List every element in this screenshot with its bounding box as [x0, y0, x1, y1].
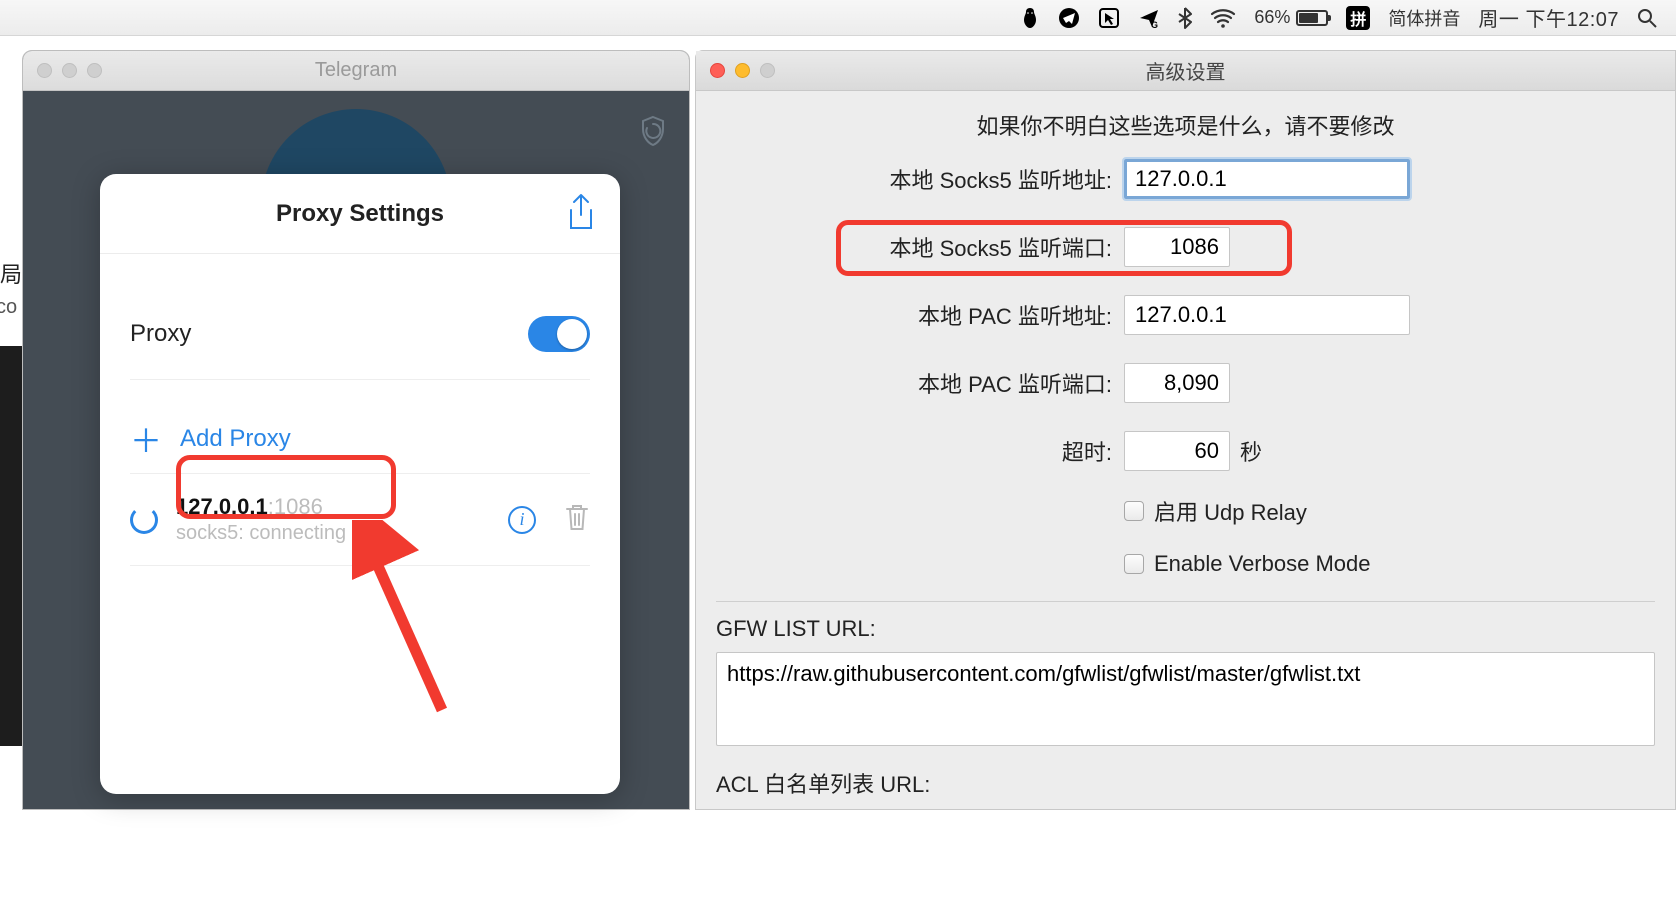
- toggle-knob: [557, 319, 587, 349]
- trash-icon: [564, 502, 590, 532]
- timeout-input[interactable]: [1124, 431, 1230, 471]
- macos-menubar: G 66% 拼 简体拼音 周一 下午12:07: [0, 0, 1676, 36]
- socks5-port-row: 本地 Socks5 监听端口:: [716, 227, 1655, 267]
- settings-body: 如果你不明白这些选项是什么，请不要修改 本地 Socks5 监听地址: 本地 S…: [696, 91, 1675, 827]
- proxy-status: socks5: connecting: [176, 522, 346, 545]
- proxy-entry-row[interactable]: 127.0.0.1:1086 socks5: connecting i: [130, 474, 590, 566]
- pac-port-row: 本地 PAC 监听端口:: [716, 363, 1655, 403]
- verbose-row: Enable Verbose Mode: [1124, 551, 1655, 577]
- shield-icon[interactable]: [639, 115, 667, 154]
- telegram-icon[interactable]: [1058, 7, 1080, 29]
- add-proxy-button[interactable]: ＋ Add Proxy: [130, 404, 590, 474]
- proxy-label: Proxy: [130, 320, 191, 348]
- socks5-addr-row: 本地 Socks5 监听地址:: [716, 159, 1655, 199]
- verbose-label: Enable Verbose Mode: [1154, 551, 1371, 577]
- proxy-entry-text: 127.0.0.1:1086 socks5: connecting: [176, 494, 346, 545]
- penguin-icon[interactable]: [1020, 7, 1040, 29]
- svg-text:G: G: [1151, 20, 1158, 29]
- settings-warning-text: 如果你不明白这些选项是什么，请不要修改: [716, 109, 1655, 141]
- battery-percentage: 66%: [1254, 7, 1290, 28]
- proxy-settings-popup: Proxy Settings Proxy ＋ Add Proxy 127.0.0…: [100, 174, 620, 794]
- verbose-checkbox[interactable]: [1124, 554, 1144, 574]
- menubar-clock[interactable]: 周一 下午12:07: [1478, 3, 1619, 32]
- cursor-box-icon[interactable]: [1098, 7, 1120, 29]
- proxy-popup-title: Proxy Settings: [276, 200, 444, 228]
- settings-form: 本地 Socks5 监听地址: 本地 Socks5 监听端口: 本地 PAC 监…: [716, 159, 1655, 577]
- bluetooth-icon[interactable]: [1178, 7, 1192, 29]
- timeout-row: 超时: 秒: [716, 431, 1655, 471]
- pac-port-label: 本地 PAC 监听端口:: [716, 367, 1124, 399]
- ime-label[interactable]: 简体拼音: [1388, 5, 1460, 31]
- settings-window-title: 高级设置: [696, 56, 1675, 85]
- timeout-suffix: 秒: [1240, 435, 1262, 467]
- battery-indicator[interactable]: 66%: [1254, 7, 1328, 28]
- acl-list-label: ACL 白名单列表 URL:: [716, 767, 1655, 799]
- info-icon[interactable]: i: [508, 506, 536, 534]
- ime-indicator[interactable]: 拼: [1346, 6, 1370, 30]
- delete-proxy-button[interactable]: [564, 502, 590, 537]
- socks5-addr-label: 本地 Socks5 监听地址:: [716, 163, 1124, 195]
- background-left-strip: 局 co: [0, 36, 22, 922]
- advanced-settings-window: 高级设置 如果你不明白这些选项是什么，请不要修改 本地 Socks5 监听地址:…: [695, 50, 1676, 810]
- add-proxy-label: Add Proxy: [180, 425, 291, 453]
- dark-strip: [0, 346, 22, 746]
- partial-text-2: co: [0, 296, 17, 319]
- spotlight-icon[interactable]: [1637, 8, 1657, 28]
- share-button[interactable]: [564, 192, 598, 232]
- proxy-entry-actions: i: [508, 502, 590, 537]
- settings-titlebar[interactable]: 高级设置: [696, 51, 1675, 91]
- ime-box-icon: 拼: [1346, 6, 1370, 30]
- socks5-addr-input[interactable]: [1124, 159, 1410, 199]
- connecting-spinner-icon: [130, 506, 158, 534]
- plus-icon: ＋: [130, 416, 162, 462]
- proxy-ip: 127.0.0.1: [176, 494, 268, 519]
- socks5-port-label: 本地 Socks5 监听端口:: [716, 231, 1124, 263]
- proxy-toggle-row: Proxy: [130, 288, 590, 380]
- socks5-port-input[interactable]: [1124, 227, 1230, 267]
- proxy-toggle-switch[interactable]: [528, 316, 590, 352]
- proxy-address: 127.0.0.1:1086: [176, 494, 346, 520]
- proxy-port: 1086: [274, 494, 323, 519]
- paper-plane-icon[interactable]: G: [1138, 7, 1160, 29]
- gfw-list-label: GFW LIST URL:: [716, 616, 1655, 642]
- udp-relay-label: 启用 Udp Relay: [1154, 495, 1307, 527]
- proxy-popup-header: Proxy Settings: [100, 174, 620, 254]
- udp-relay-row: 启用 Udp Relay: [1124, 495, 1655, 527]
- pac-addr-label: 本地 PAC 监听地址:: [716, 299, 1124, 331]
- timeout-label: 超时:: [716, 435, 1124, 467]
- gfw-list-textarea[interactable]: [716, 652, 1655, 746]
- partial-text-1: 局: [0, 260, 22, 291]
- pac-addr-row: 本地 PAC 监听地址:: [716, 295, 1655, 335]
- settings-divider: [716, 601, 1655, 602]
- battery-icon: [1296, 10, 1328, 26]
- pac-port-input[interactable]: [1124, 363, 1230, 403]
- wifi-icon[interactable]: [1210, 8, 1236, 28]
- udp-relay-checkbox[interactable]: [1124, 501, 1144, 521]
- share-icon: [564, 192, 598, 234]
- telegram-titlebar[interactable]: Telegram: [23, 51, 689, 91]
- telegram-window-title: Telegram: [23, 59, 689, 82]
- pac-addr-input[interactable]: [1124, 295, 1410, 335]
